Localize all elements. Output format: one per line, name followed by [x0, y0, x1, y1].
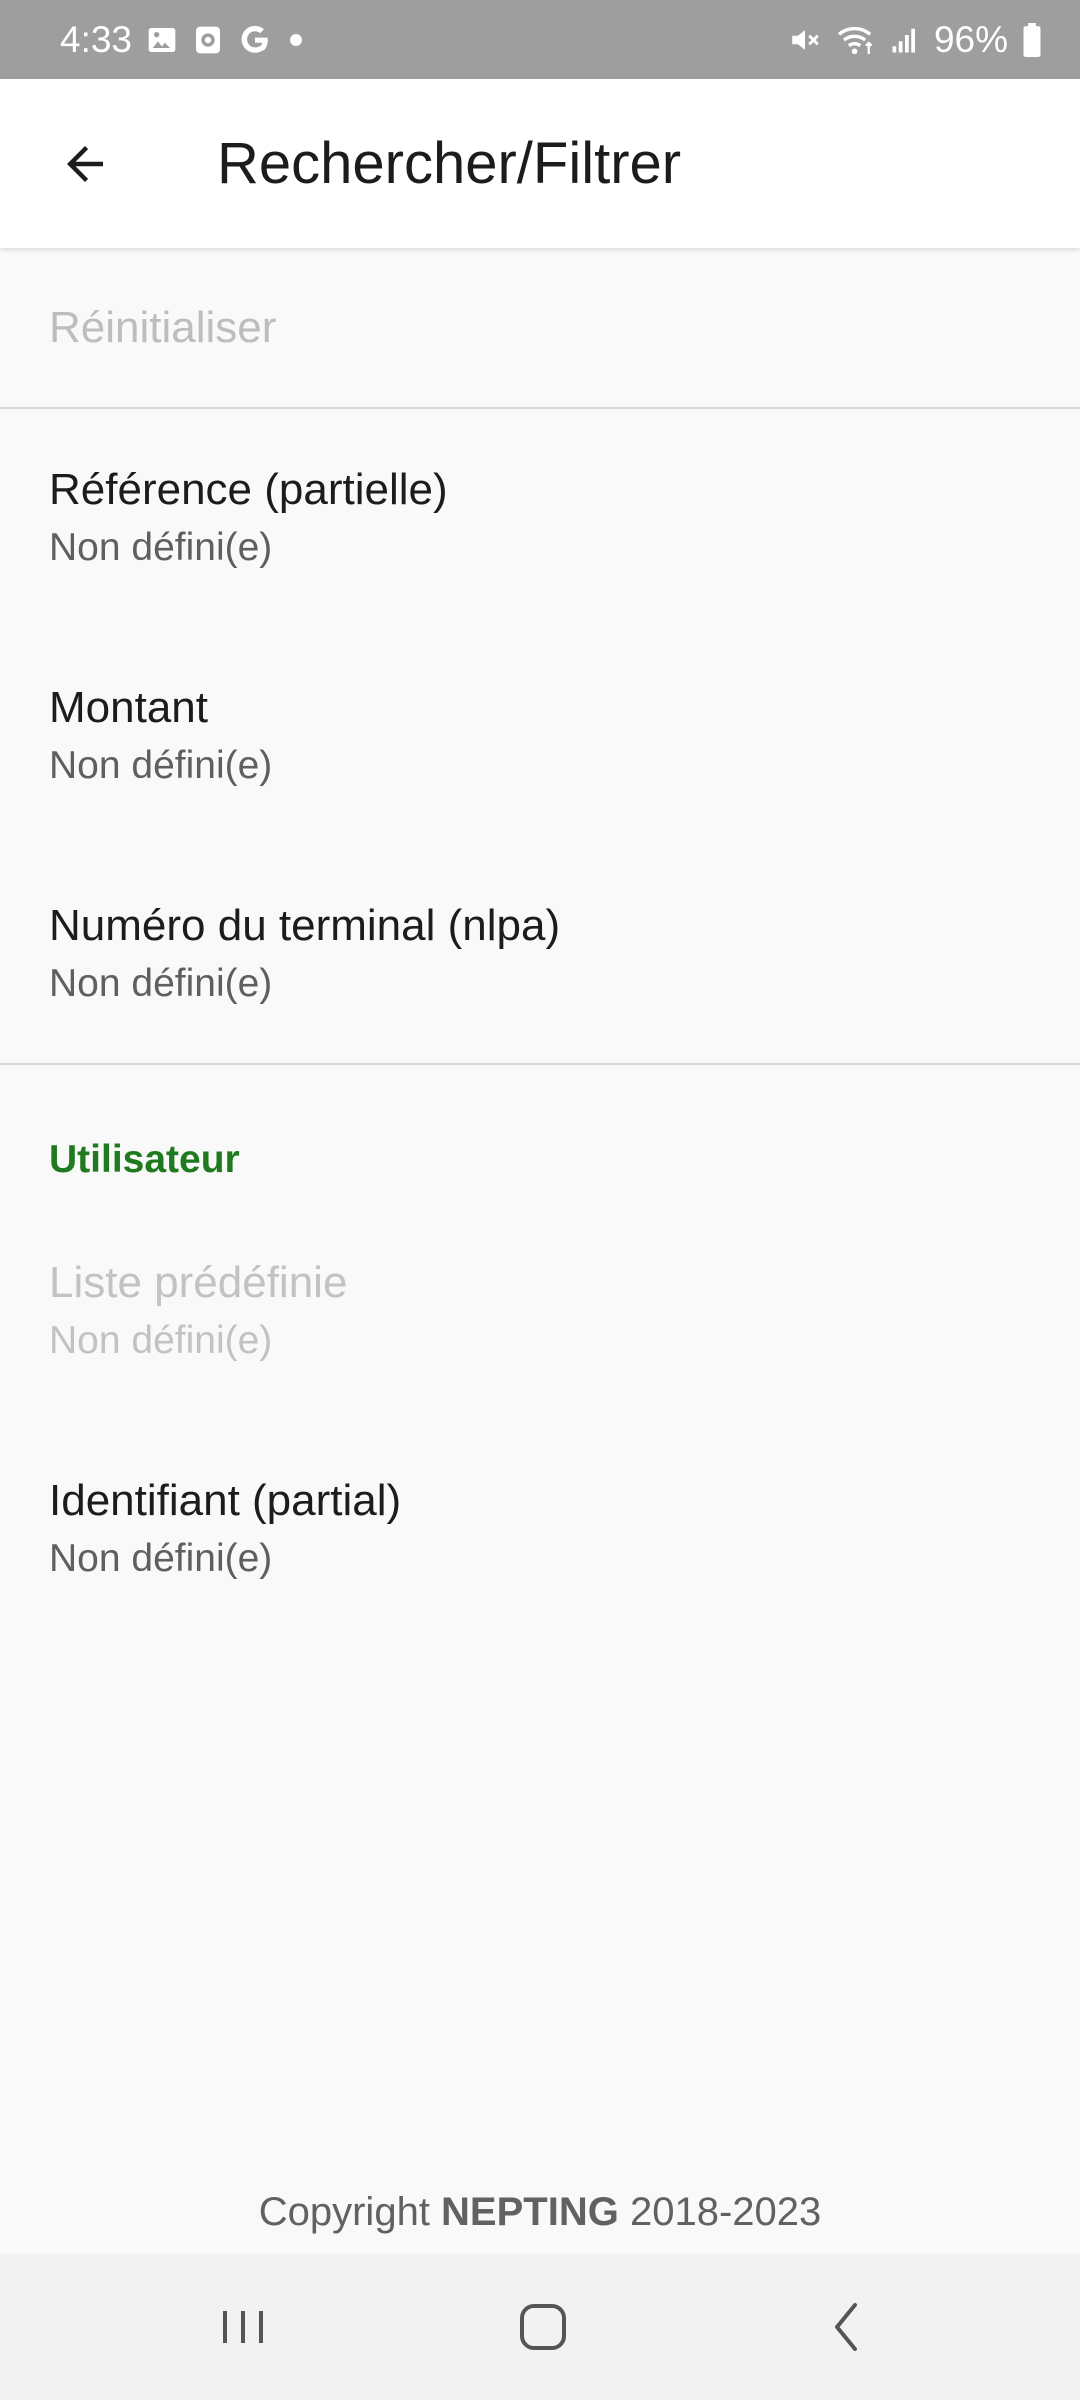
- filter-predefined-list: Liste prédéfinie Non défini(e): [0, 1202, 1080, 1420]
- google-icon: [238, 23, 272, 57]
- filter-title: Numéro du terminal (nlpa): [49, 901, 561, 950]
- status-left: 4:33: [60, 0, 306, 79]
- copyright-prefix: Copyright: [258, 2190, 442, 2234]
- filter-summary: Non défini(e): [49, 962, 273, 1005]
- filter-reference[interactable]: Référence (partielle) Non défini(e): [0, 409, 1080, 627]
- system-nav-bar: [0, 2254, 1080, 2400]
- home-button[interactable]: [493, 2277, 593, 2377]
- filter-title: Liste prédéfinie: [49, 1258, 348, 1307]
- filter-title: Référence (partielle): [49, 465, 448, 514]
- preferences-list: Réinitialiser Référence (partielle) Non …: [0, 248, 1080, 1638]
- filter-summary: Non défini(e): [49, 526, 273, 569]
- copyright-footer: Copyright NEPTING 2018-2023: [0, 2190, 1080, 2235]
- filter-amount[interactable]: Montant Non défini(e): [0, 627, 1080, 845]
- filter-identifier[interactable]: Identifiant (partial) Non défini(e): [0, 1420, 1080, 1638]
- filter-summary: Non défini(e): [49, 1319, 273, 1362]
- filter-terminal-number[interactable]: Numéro du terminal (nlpa) Non défini(e): [0, 845, 1080, 1063]
- section-header-user: Utilisateur: [49, 1138, 240, 1181]
- arrow-back-icon: [58, 137, 112, 191]
- image-icon: [146, 24, 178, 56]
- copyright-brand: NEPTING: [441, 2190, 619, 2234]
- status-time: 4:33: [60, 18, 133, 60]
- copyright-years: 2018-2023: [618, 2190, 822, 2234]
- dot-icon: [286, 30, 306, 50]
- status-bar: 4:33 96%: [0, 0, 1080, 79]
- home-icon: [513, 2297, 573, 2357]
- recent-apps-button[interactable]: [193, 2277, 293, 2377]
- filter-summary: Non défini(e): [49, 744, 273, 787]
- reset-button[interactable]: Réinitialiser: [0, 248, 1080, 409]
- page-title: Rechercher/Filtrer: [217, 131, 682, 196]
- mute-icon: [788, 23, 822, 57]
- filter-title: Montant: [49, 683, 208, 732]
- filter-summary: Non défini(e): [49, 1537, 273, 1580]
- battery-percent: 96%: [933, 18, 1008, 60]
- status-right: 96%: [788, 0, 1042, 79]
- filter-title: Identifiant (partial): [49, 1476, 402, 1525]
- recent-apps-icon: [213, 2297, 273, 2357]
- back-button[interactable]: [40, 119, 130, 209]
- back-nav-icon: [817, 2297, 877, 2357]
- wifi-icon: [836, 23, 876, 57]
- signal-icon: [890, 25, 920, 55]
- app-bar: Rechercher/Filtrer: [0, 79, 1080, 248]
- nav-back-button[interactable]: [797, 2277, 897, 2377]
- battery-icon: [1022, 22, 1042, 57]
- camera-app-icon: [192, 24, 224, 56]
